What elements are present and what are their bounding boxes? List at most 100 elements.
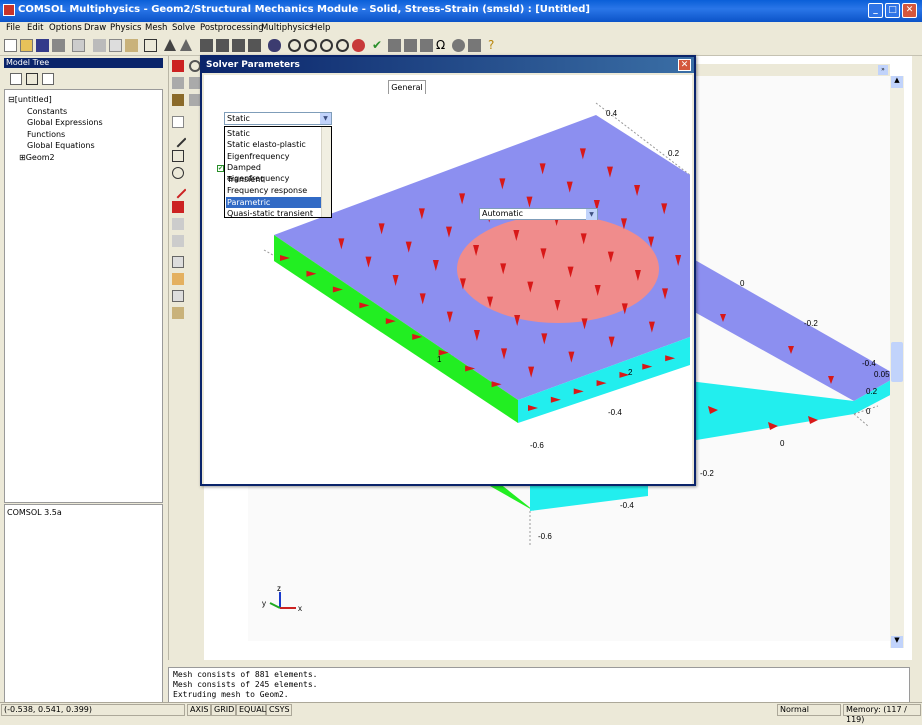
- axis-toggle[interactable]: AXIS: [187, 704, 211, 716]
- select-icon[interactable]: [144, 39, 157, 52]
- tree-item-root[interactable]: ⊟[untitled]: [8, 95, 52, 104]
- menu-options[interactable]: Options: [49, 23, 82, 33]
- chevron-down-icon[interactable]: ▼: [586, 209, 597, 220]
- menu-multiphysics[interactable]: Multiphysics: [261, 23, 313, 33]
- version-panel: COMSOL 3.5a: [4, 504, 163, 714]
- red-rect-icon[interactable]: [172, 201, 184, 213]
- option-static-elasto-plastic[interactable]: Static elasto-plastic: [226, 139, 321, 150]
- check-icon[interactable]: ✔: [372, 39, 385, 52]
- grid-toggle[interactable]: GRID: [211, 704, 236, 716]
- scroll-down-icon[interactable]: ▼: [891, 636, 903, 648]
- draw-tool-icon-2[interactable]: [172, 218, 184, 230]
- memory-indicator: Memory: (117 / 119): [843, 704, 921, 724]
- physics-icon-1[interactable]: [388, 39, 401, 52]
- checkbox[interactable]: ✔: [217, 165, 224, 172]
- log-line: Mesh consists of 881 elements.: [173, 670, 318, 679]
- save-icon[interactable]: [36, 39, 49, 52]
- dialog-title: Solver Parameters ✕: [202, 57, 694, 73]
- sphere-icon[interactable]: [452, 39, 465, 52]
- array-icon[interactable]: [172, 307, 184, 319]
- physics-icon-3[interactable]: [420, 39, 433, 52]
- mesh-select-icon[interactable]: [232, 39, 245, 52]
- move-icon[interactable]: [352, 39, 365, 52]
- copy-object-icon[interactable]: [172, 256, 184, 268]
- physics-icon-4[interactable]: [468, 39, 481, 52]
- zoom-window-icon[interactable]: [320, 39, 333, 52]
- scroll-up-icon[interactable]: ▲: [891, 76, 903, 88]
- tree-item-geom2[interactable]: ⊞Geom2: [19, 153, 55, 162]
- tree-detail-icon[interactable]: [26, 73, 38, 85]
- axis-triad: z x y: [262, 584, 302, 613]
- tree-item-global-equations[interactable]: Global Equations: [27, 141, 95, 150]
- menu-postprocessing[interactable]: Postprocessing: [200, 23, 264, 33]
- zoom-extents-icon[interactable]: [336, 39, 349, 52]
- menu-mesh[interactable]: Mesh: [145, 23, 167, 33]
- tree-view-icon[interactable]: [10, 73, 22, 85]
- menu-solve[interactable]: Solve: [172, 23, 195, 33]
- mesh-icon[interactable]: [200, 39, 213, 52]
- paste-icon[interactable]: [125, 39, 138, 52]
- chevron-down-icon[interactable]: ▼: [320, 113, 331, 124]
- option-frequency-response[interactable]: Frequency response: [226, 185, 321, 196]
- tick-label: -0.4: [620, 501, 634, 510]
- zoom-out-icon[interactable]: [304, 39, 317, 52]
- help-icon[interactable]: ?: [488, 39, 501, 52]
- tree-item-constants[interactable]: Constants: [27, 107, 67, 116]
- option-parametric[interactable]: Parametric: [226, 197, 321, 208]
- ellipse-icon[interactable]: [172, 167, 184, 179]
- vertical-scrollbar[interactable]: ▲ ▼: [890, 76, 904, 648]
- print-icon[interactable]: [52, 39, 65, 52]
- physics-icon-2[interactable]: [404, 39, 417, 52]
- option-quasi-static-transient[interactable]: Quasi-static transient: [226, 208, 321, 219]
- draw-tool-icon-1[interactable]: [172, 77, 184, 89]
- equal-toggle[interactable]: EQUAL: [236, 704, 266, 716]
- zoom-in-icon[interactable]: [288, 39, 301, 52]
- tree-item-functions[interactable]: Functions: [27, 130, 65, 139]
- scroll-thumb[interactable]: [891, 342, 903, 382]
- analysis-type-list[interactable]: Static Static elasto-plastic Eigenfreque…: [224, 126, 332, 218]
- menu-edit[interactable]: Edit: [27, 23, 43, 33]
- menu-file[interactable]: File: [6, 23, 20, 33]
- line-icon[interactable]: [169, 130, 187, 148]
- mesh-sweep-icon[interactable]: [248, 39, 261, 52]
- analysis-type-select[interactable]: Static ▼: [224, 112, 332, 125]
- option-static[interactable]: Static: [226, 128, 321, 139]
- draw-tool-icon-3[interactable]: [172, 235, 184, 247]
- extrude-icon[interactable]: [172, 273, 184, 285]
- list-scrollbar[interactable]: [321, 127, 331, 217]
- menu-physics[interactable]: Physics: [110, 23, 141, 33]
- lock-icon[interactable]: [172, 94, 184, 106]
- open-icon[interactable]: [20, 39, 33, 52]
- menu-help[interactable]: Help: [311, 23, 330, 33]
- red-line-icon[interactable]: [169, 181, 187, 199]
- scroll-right-icon[interactable]: »: [878, 65, 888, 75]
- revolve-icon[interactable]: [172, 290, 184, 302]
- draw-rect-icon[interactable]: [172, 60, 184, 72]
- tree-list-icon[interactable]: [42, 73, 54, 85]
- maximize-button[interactable]: □: [885, 3, 900, 18]
- minimize-button[interactable]: _: [868, 3, 883, 18]
- solver-select[interactable]: Automatic ▼: [479, 208, 598, 220]
- menu-draw[interactable]: Draw: [84, 23, 106, 33]
- omega-icon[interactable]: Ω: [436, 39, 449, 52]
- cut-icon[interactable]: [93, 39, 106, 52]
- draw-delta-icon[interactable]: [180, 39, 192, 51]
- copy-icon[interactable]: [109, 39, 122, 52]
- tree-icon[interactable]: [72, 39, 85, 52]
- csys-toggle[interactable]: CSYS: [266, 704, 292, 716]
- new-icon[interactable]: [4, 39, 17, 52]
- solver-value: Automatic: [482, 209, 524, 218]
- close-button[interactable]: ✕: [902, 3, 917, 18]
- option-transient[interactable]: Transient: [226, 174, 321, 185]
- tab-general[interactable]: General: [388, 80, 426, 94]
- tree-item-global-expressions[interactable]: Global Expressions: [27, 118, 103, 127]
- mesh-refine-icon[interactable]: [216, 39, 229, 52]
- solve-icon[interactable]: [268, 39, 281, 52]
- option-eigenfrequency[interactable]: Eigenfrequency: [226, 151, 321, 162]
- dialog-close-button[interactable]: ✕: [678, 59, 691, 71]
- draw-triangle-icon[interactable]: [164, 39, 176, 51]
- tick-label: -0.2: [804, 319, 818, 328]
- option-damped-eigenfrequency[interactable]: Damped eigenfrequency: [226, 162, 321, 183]
- point-icon[interactable]: [172, 116, 184, 128]
- rectangle-icon[interactable]: [172, 150, 184, 162]
